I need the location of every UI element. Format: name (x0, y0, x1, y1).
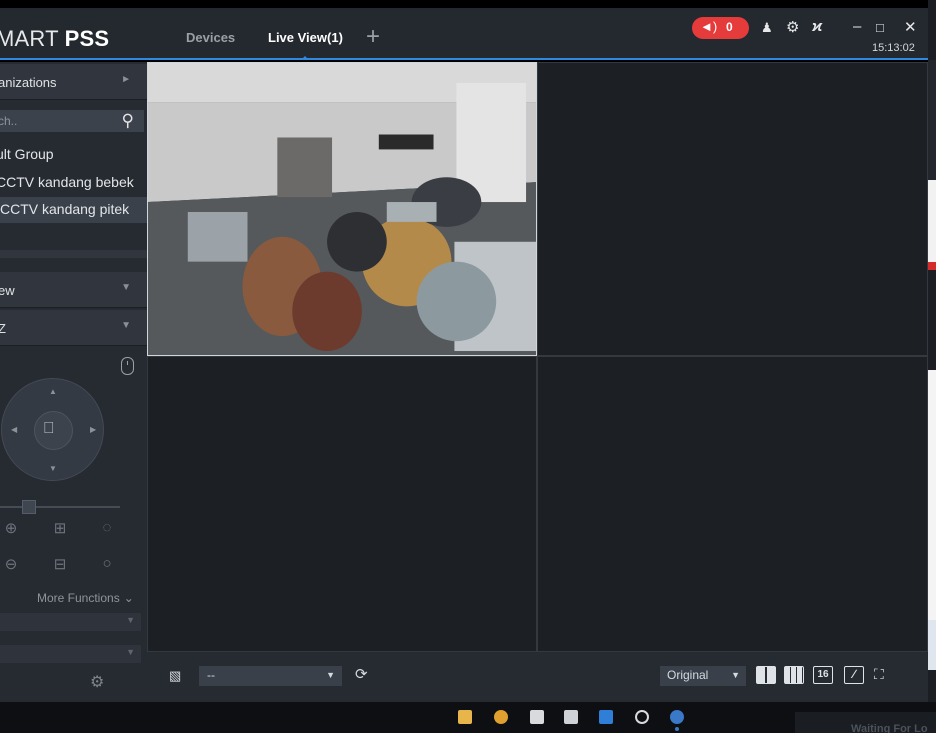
media-icon[interactable] (635, 710, 649, 724)
organizations-header[interactable]: anizations ► (0, 64, 147, 100)
clock: 15:13:02 (872, 42, 915, 54)
performance-icon[interactable]: ϰ (812, 18, 822, 35)
ptz-speed-slider-handle[interactable] (22, 500, 36, 514)
layout-4-icon[interactable] (756, 666, 776, 684)
video-pane-3[interactable] (147, 356, 537, 652)
file-explorer-icon[interactable] (458, 710, 472, 724)
search-icon[interactable]: ⚲ (122, 111, 134, 131)
add-tab-button[interactable]: + (366, 23, 380, 51)
ptz-direction-pad[interactable]: ▲ ▼ ◀ ▶ ⎕ (1, 378, 104, 481)
background-window-edge (928, 0, 936, 733)
chevron-down-icon: ▼ (731, 670, 740, 680)
video-pane-4[interactable] (537, 356, 928, 652)
divider (0, 250, 147, 258)
chrome-icon[interactable] (494, 710, 508, 724)
fullscreen-icon[interactable]: ⛶ (874, 666, 884, 683)
title-bar: MART PSS Devices Live View(1) + ◄) 0 ♟ ⚙… (0, 8, 928, 60)
mouse-icon[interactable] (121, 357, 134, 375)
arrow-down-icon[interactable]: ▼ (49, 464, 57, 473)
app-title-light: MART (0, 26, 59, 51)
layout-16-icon[interactable]: 16 (813, 666, 833, 684)
close-icon[interactable]: ✕ (904, 18, 917, 36)
view-header[interactable]: ew ▼ (0, 272, 147, 308)
speaker-icon: ◄) (700, 19, 718, 34)
background-status-text: Waiting For Lo (795, 712, 936, 733)
app-title: MART PSS (0, 26, 109, 52)
stream-select-value: -- (207, 668, 215, 682)
chevron-down-icon: ▼ (326, 670, 335, 680)
onenote-icon[interactable] (564, 710, 578, 724)
smart-pss-taskbar-icon[interactable] (670, 710, 684, 724)
arrow-up-icon[interactable]: ▲ (49, 387, 57, 396)
snapshot-icon[interactable]: ▧ (169, 668, 181, 684)
search-input[interactable]: ch.. ⚲ (0, 110, 144, 132)
active-tab-indicator (301, 56, 309, 60)
aspect-ratio-value: Original (667, 668, 709, 682)
view-label: ew (0, 283, 15, 298)
ptz-zoom-center[interactable]: ⎕ (34, 411, 73, 450)
alarm-badge[interactable]: ◄) 0 (692, 17, 749, 39)
ptz-header[interactable]: Z ▼ (0, 310, 147, 346)
aspect-ratio-select[interactable]: Original ▼ (660, 666, 746, 686)
focus-near-icon[interactable]: ⊞ (50, 519, 70, 537)
app-icon[interactable] (599, 710, 613, 724)
camera-feed (148, 63, 536, 355)
tree-item-label: CCTV kandang pitek (0, 201, 130, 217)
chevron-down-icon: ▼ (121, 282, 131, 293)
os-taskbar: Waiting For Lo (0, 702, 936, 733)
refresh-icon[interactable]: ⟳ (355, 665, 368, 683)
iris-close-icon[interactable]: ○ (97, 555, 117, 572)
custom-layout-icon[interactable]: ∕ (844, 666, 864, 684)
chevron-down-icon: ▼ (126, 615, 135, 625)
search-placeholder: ch.. (0, 114, 18, 128)
arrow-left-icon[interactable]: ◀ (11, 425, 17, 434)
minimize-icon[interactable]: – (853, 18, 861, 35)
chevron-down-icon: ▼ (126, 647, 135, 657)
stream-select[interactable]: -- ▼ (199, 666, 342, 686)
tree-item-label: CCTV kandang bebek (0, 174, 134, 190)
video-pane-1[interactable] (147, 62, 537, 356)
tab-live-view[interactable]: Live View(1) (268, 30, 343, 45)
chevron-down-icon: ▼ (121, 320, 131, 331)
tour-selector[interactable]: ▼ (0, 645, 141, 663)
background-block (928, 262, 936, 270)
maximize-icon[interactable]: □ (876, 20, 884, 35)
tree-item-label: ult Group (0, 146, 54, 162)
background-block (928, 370, 936, 620)
tree-item-kandang-bebek[interactable]: CCTV kandang bebek (0, 170, 146, 196)
zoom-icon: ⎕ (44, 420, 54, 437)
focus-far-icon[interactable]: ⊟ (50, 555, 70, 573)
chevron-down-icon: ⌄ (123, 591, 134, 605)
live-view-toolbar: ▧ -- ▼ ⟳ Original ▼ 16 ∕ ⛶ (147, 652, 928, 702)
store-icon[interactable] (530, 710, 544, 724)
zoom-in-icon[interactable]: ⊕ (1, 519, 21, 537)
ptz-speed-slider[interactable] (0, 506, 120, 508)
user-icon[interactable]: ♟ (761, 20, 773, 36)
tree-item-default-group[interactable]: ult Group (0, 142, 146, 168)
more-functions-label: More Functions (37, 591, 120, 605)
alarm-count: 0 (726, 20, 733, 34)
video-pane-2[interactable] (537, 62, 928, 356)
tree-item-kandang-pitek[interactable]: CCTV kandang pitek (0, 197, 150, 223)
video-grid (147, 62, 928, 652)
layout-9-icon[interactable] (784, 666, 804, 684)
background-block (928, 60, 936, 180)
tab-devices[interactable]: Devices (186, 30, 235, 45)
background-block (928, 180, 936, 270)
arrow-right-icon[interactable]: ▶ (90, 425, 96, 434)
background-block (928, 620, 936, 670)
top-edge (0, 0, 936, 8)
chevron-right-icon: ► (121, 74, 131, 85)
ptz-settings-icon[interactable]: ⚙ (90, 672, 104, 692)
ptz-label: Z (0, 321, 6, 336)
more-functions-button[interactable]: More Functions ⌄ (37, 591, 134, 605)
app-title-bold: PSS (64, 26, 110, 51)
organizations-label: anizations (0, 75, 57, 90)
preset-selector[interactable]: ▼ (0, 613, 141, 631)
iris-open-icon[interactable]: ◌ (97, 519, 117, 536)
zoom-out-icon[interactable]: ⊖ (1, 555, 21, 573)
settings-icon[interactable]: ⚙ (786, 18, 799, 36)
